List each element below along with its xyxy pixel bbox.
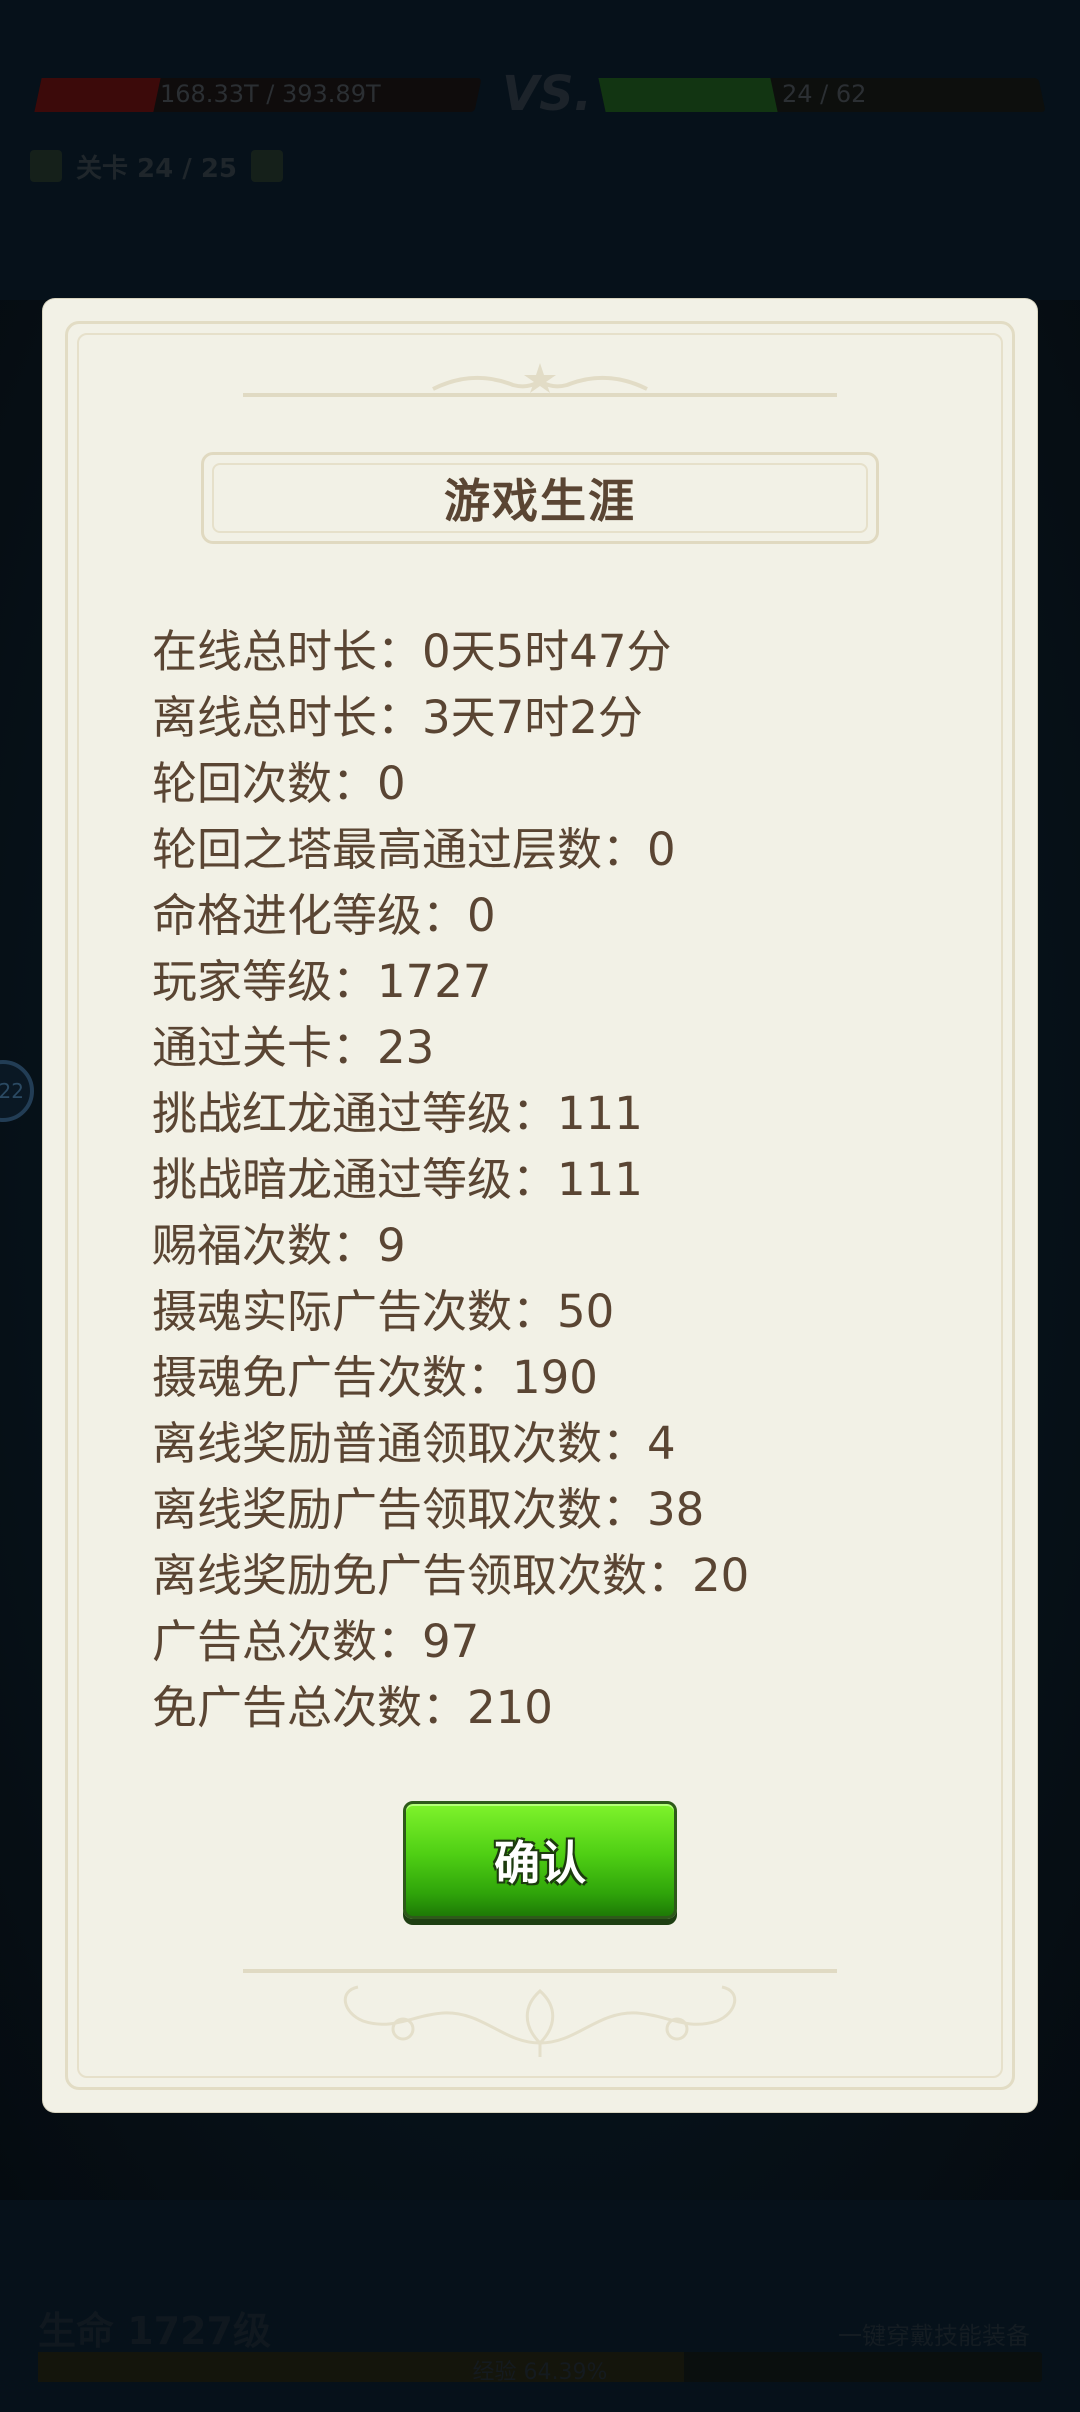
stat-stages-cleared: 通过关卡：23 [152,1021,435,1074]
bottom-level-label: 生命 1727级 [38,2309,271,2353]
confirm-label: 确认 [494,1836,586,1890]
stat-blessing-count: 赐福次数：9 [152,1219,406,1272]
bottom-ornament-icon [243,1969,837,2057]
stat-soul-adfree-count: 摄魂免广告次数：190 [152,1351,598,1404]
stat-player-level: 玩家等级：1727 [152,955,492,1008]
stat-offline-normal-claims: 离线奖励普通领取次数：4 [152,1417,676,1470]
exp-text: 经验 64.39% [472,2360,608,2385]
stat-red-dragon-level: 挑战红龙通过等级：111 [152,1087,643,1140]
career-dialog: 游戏生涯 在线总时长：0天5时47分 离线总时长：3天7时2分 轮回次数：0 轮… [43,299,1037,2112]
enemy-hp-text: 24 / 62 [782,80,867,108]
player-hp-text: 168.33T / 393.89T [160,80,381,108]
stat-offline-time: 离线总时长：3天7时2分 [152,691,643,744]
menu-icon[interactable] [30,150,62,182]
stage-row: 关卡 24 / 25 [30,146,284,186]
title-box: 游戏生涯 [201,452,879,544]
stat-fate-evolution-level: 命格进化等级：0 [152,889,496,942]
stage-label: 关卡 24 / 25 [76,153,238,184]
stat-reincarnation-count: 轮回次数：0 [152,757,406,810]
vs-label: VS. [502,66,592,122]
player-hp-fill [34,78,161,112]
stat-total-ads: 广告总次数：97 [152,1615,480,1668]
boss-icon[interactable] [251,150,284,182]
confirm-button[interactable]: 确认 [403,1801,677,1919]
equip-button[interactable]: 一键穿戴技能装备 [838,2316,1030,2351]
stat-total-adfree: 免广告总次数：210 [152,1681,553,1734]
stat-online-time: 在线总时长：0天5时47分 [152,625,672,678]
stat-offline-adfree-claims: 离线奖励免广告领取次数：20 [152,1549,750,1602]
stat-soul-ad-count: 摄魂实际广告次数：50 [152,1285,615,1338]
enemy-hp-fill [598,78,778,112]
stats-list: 在线总时长：0天5时47分 离线总时长：3天7时2分 轮回次数：0 轮回之塔最高… [152,619,1012,1741]
stat-tower-max-floor: 轮回之塔最高通过层数：0 [152,823,676,876]
dialog-title: 游戏生涯 [444,474,636,528]
stat-dark-dragon-level: 挑战暗龙通过等级：111 [152,1153,643,1206]
top-ornament-icon [243,363,837,397]
stat-offline-ad-claims: 离线奖励广告领取次数：38 [152,1483,705,1536]
